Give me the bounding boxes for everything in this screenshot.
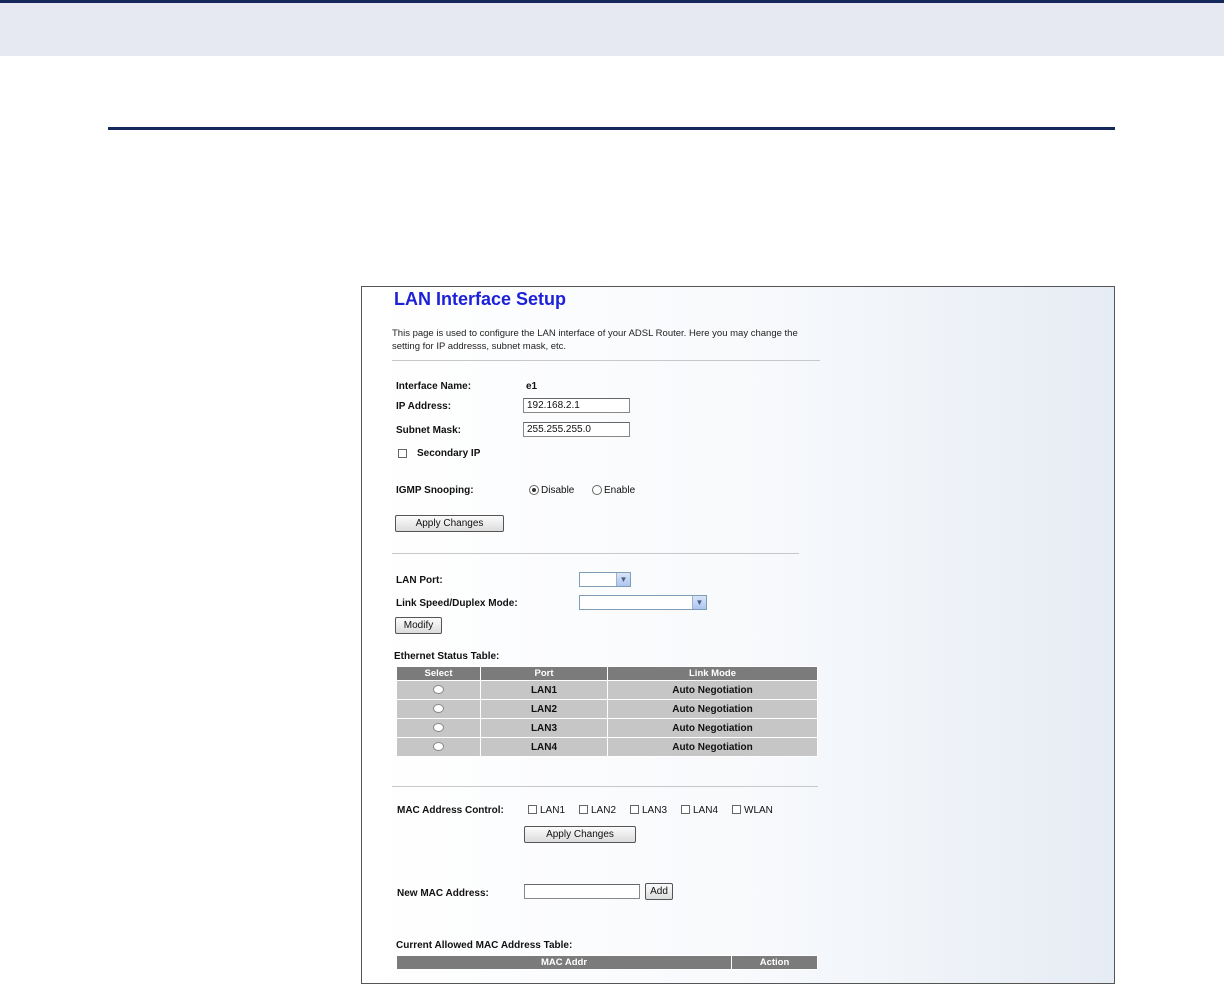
column-header-action: Action — [731, 955, 818, 970]
port-cell: LAN4 — [480, 737, 608, 757]
chevron-down-icon: ▼ — [616, 573, 630, 586]
new-mac-input[interactable] — [524, 884, 640, 899]
interface-name-value: e1 — [526, 381, 538, 392]
divider — [392, 553, 799, 554]
chevron-down-icon: ▼ — [692, 596, 706, 609]
mac-control-lan1-label: LAN1 — [540, 805, 566, 816]
column-header-mac-addr: MAC Addr — [396, 955, 732, 970]
igmp-enable-label: Enable — [604, 485, 636, 496]
port-cell: LAN3 — [480, 718, 608, 738]
column-header-link-mode: Link Mode — [607, 666, 818, 681]
mac-apply-changes-button[interactable]: Apply Changes — [524, 826, 636, 843]
mac-control-wlan-checkbox[interactable] — [732, 805, 741, 814]
divider — [392, 360, 820, 361]
page-title: LAN Interface Setup — [394, 289, 567, 309]
mac-control-lan2-checkbox[interactable] — [579, 805, 588, 814]
mac-control-wlan-label: WLAN — [744, 805, 773, 816]
table-row: LAN1 Auto Negotiation — [396, 680, 818, 700]
link-speed-label: Link Speed/Duplex Mode: — [396, 598, 518, 609]
link-speed-select[interactable]: ▼ — [579, 595, 707, 610]
lan-port-label: LAN Port: — [396, 575, 443, 586]
router-screenshot-frame: LAN Interface Setup This page is used to… — [361, 286, 1115, 984]
lan-port-select[interactable]: ▼ — [579, 572, 631, 587]
row-select-radio[interactable] — [433, 685, 444, 695]
subnet-mask-label: Subnet Mask: — [396, 425, 462, 436]
ethernet-status-table: Select Port Link Mode LAN1 Auto Negotiat… — [396, 666, 818, 757]
link-mode-cell: Auto Negotiation — [607, 718, 818, 738]
ethernet-table-caption: Ethernet Status Table: — [394, 651, 500, 662]
secondary-ip-checkbox[interactable] — [398, 449, 407, 458]
mac-control-lan3-checkbox[interactable] — [630, 805, 639, 814]
mac-control-lan3-label: LAN3 — [642, 805, 668, 816]
divider — [392, 786, 818, 787]
port-cell: LAN2 — [480, 699, 608, 719]
link-mode-cell: Auto Negotiation — [607, 680, 818, 700]
mac-control-lan2-label: LAN2 — [591, 805, 617, 816]
igmp-disable-label: Disable — [541, 485, 575, 496]
page-header-band — [0, 0, 1224, 56]
secondary-ip-label: Secondary IP — [417, 448, 481, 459]
link-mode-cell: Auto Negotiation — [607, 699, 818, 719]
mac-control-lan1-checkbox[interactable] — [528, 805, 537, 814]
table-row: LAN4 Auto Negotiation — [396, 737, 818, 757]
ip-address-input[interactable] — [523, 398, 630, 413]
column-header-select: Select — [396, 666, 481, 681]
row-select-radio[interactable] — [433, 704, 444, 714]
page-description: This page is used to configure the LAN i… — [392, 328, 798, 352]
row-select-radio[interactable] — [433, 723, 444, 733]
modify-button[interactable]: Modify — [395, 617, 442, 634]
mac-control-label: MAC Address Control: — [397, 805, 504, 816]
ip-address-label: IP Address: — [396, 401, 452, 412]
interface-name-label: Interface Name: — [396, 381, 472, 392]
table-row: LAN2 Auto Negotiation — [396, 699, 818, 719]
section-divider — [108, 127, 1115, 130]
igmp-disable-radio[interactable] — [529, 485, 539, 495]
add-mac-button[interactable]: Add — [645, 883, 673, 900]
new-mac-label: New MAC Address: — [397, 888, 489, 899]
column-header-port: Port — [480, 666, 608, 681]
allowed-mac-table: MAC Addr Action — [396, 955, 818, 970]
apply-changes-button[interactable]: Apply Changes — [395, 515, 504, 532]
mac-table-caption: Current Allowed MAC Address Table: — [396, 940, 573, 951]
row-select-radio[interactable] — [433, 742, 444, 752]
igmp-snooping-label: IGMP Snooping: — [396, 485, 474, 496]
port-cell: LAN1 — [480, 680, 608, 700]
igmp-enable-radio[interactable] — [592, 485, 602, 495]
mac-control-lan4-label: LAN4 — [693, 805, 719, 816]
link-mode-cell: Auto Negotiation — [607, 737, 818, 757]
subnet-mask-input[interactable] — [523, 422, 630, 437]
table-row: LAN3 Auto Negotiation — [396, 718, 818, 738]
mac-control-lan4-checkbox[interactable] — [681, 805, 690, 814]
